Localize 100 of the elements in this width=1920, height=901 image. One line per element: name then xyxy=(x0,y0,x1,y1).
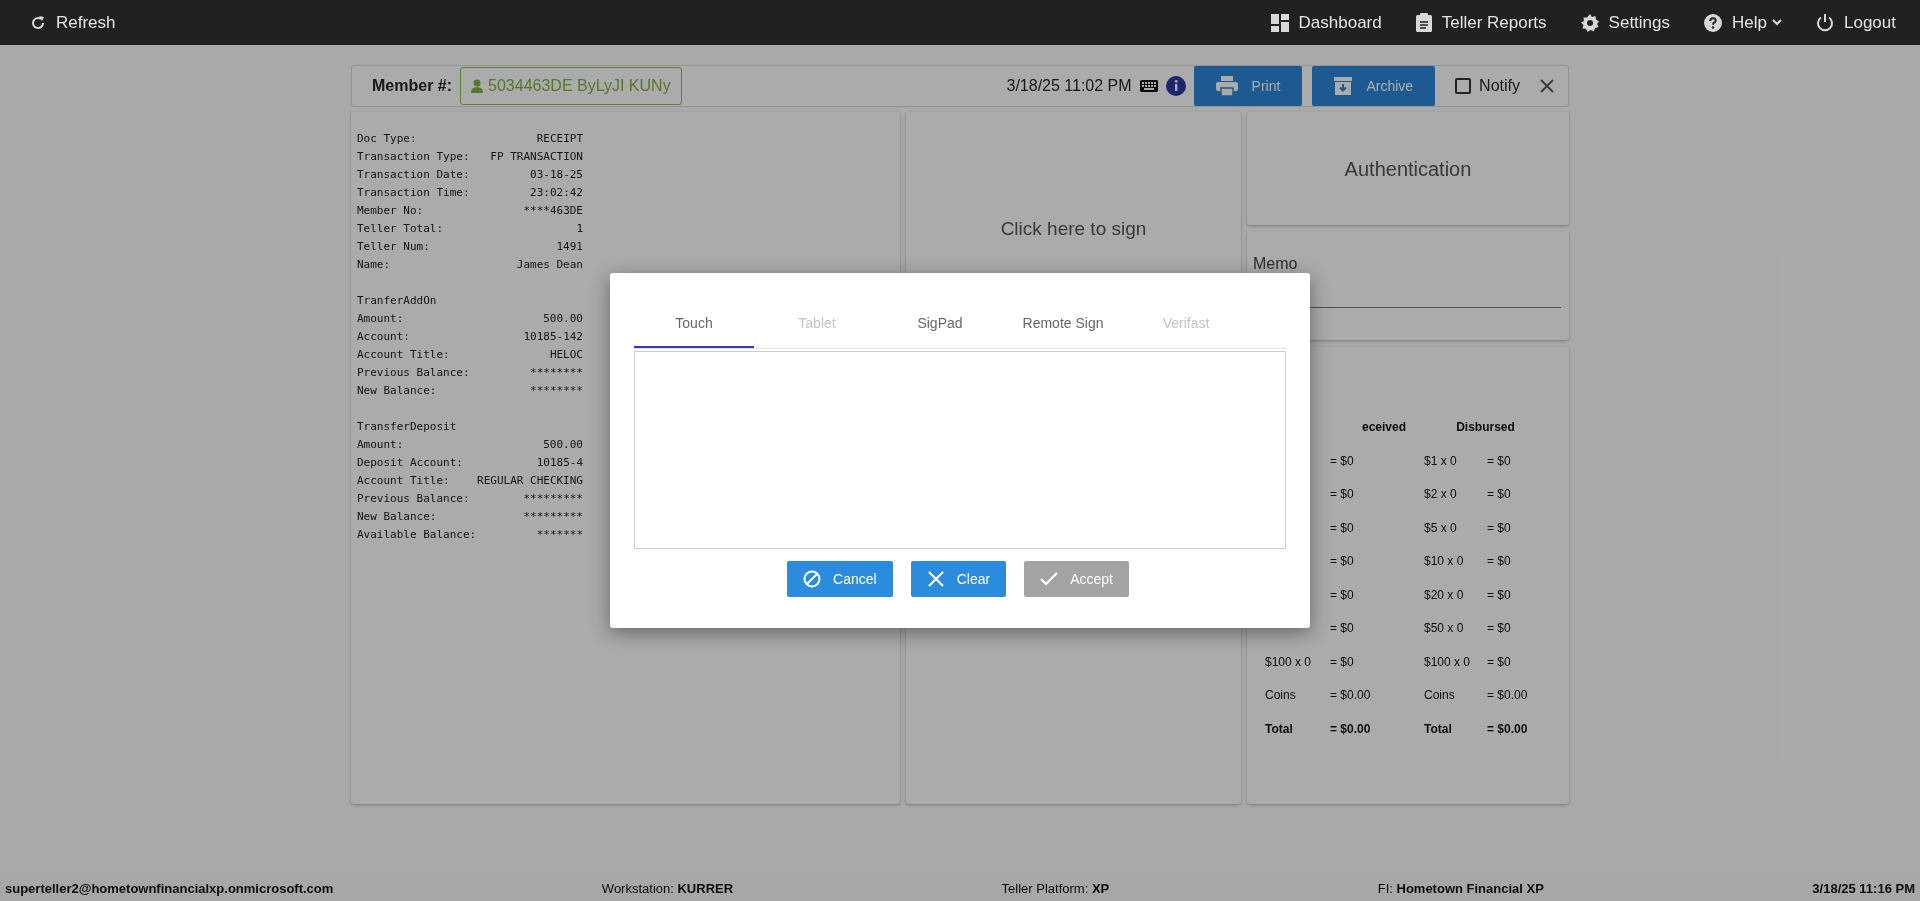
status-text: Workstation: KURRER xyxy=(601,879,734,898)
receipt-value: ******** xyxy=(530,383,583,399)
receipt-label: Account: xyxy=(357,329,410,345)
close-icon[interactable] xyxy=(1540,79,1554,93)
status-text: FI: Hometown Financial XP xyxy=(1377,879,1544,898)
receipt-value: ****463DE xyxy=(523,203,583,219)
cash-label: $100 x 0 xyxy=(1424,654,1471,669)
cash-amount: = $0 xyxy=(1330,654,1354,669)
cash-amount: = $0 xyxy=(1487,453,1511,468)
cash-label: Total xyxy=(1265,721,1293,736)
archive-button[interactable]: Archive xyxy=(1312,66,1436,106)
cash-label: Total xyxy=(1424,721,1452,736)
cash-label: $100 x 0 xyxy=(1265,654,1312,669)
cash-amount: = $0 xyxy=(1330,587,1354,602)
cash-label: Coins xyxy=(1265,688,1296,702)
receipt-label: Amount: xyxy=(357,311,404,327)
clipboard-icon xyxy=(1415,13,1432,32)
cash-amount: = $0.00 xyxy=(1330,688,1371,702)
receipt-label: Previous Balance: xyxy=(357,365,470,381)
cash-label: $2 x 0 xyxy=(1424,487,1457,501)
cash-amount: = $0 xyxy=(1487,487,1511,501)
receipt-value: 10185-142 xyxy=(523,329,583,345)
cancel-button[interactable]: Cancel xyxy=(787,561,893,597)
settings-icon xyxy=(1580,13,1599,32)
receipt-value: 1491 xyxy=(556,239,583,255)
cash-amount: = $0 xyxy=(1330,621,1354,635)
close-icon xyxy=(926,570,945,588)
receipt-label: Available Balance: xyxy=(357,527,477,543)
clear-button[interactable]: Clear xyxy=(910,561,1007,597)
cash-amount: = $0 xyxy=(1487,554,1511,568)
receipt-label: Amount: xyxy=(357,437,404,453)
receipt-value: 1 xyxy=(576,221,583,237)
receipt-label: New Balance: xyxy=(357,509,437,525)
reports-link[interactable]: Teller Reports xyxy=(1415,9,1547,36)
receipt-label: Previous Balance: xyxy=(357,491,470,507)
receipt-value: 500.00 xyxy=(543,311,583,327)
archive-icon xyxy=(1334,77,1353,95)
cash-amount: = $0 xyxy=(1330,487,1354,501)
column-header: Disbursed xyxy=(1456,420,1515,434)
status-datetime: 3/18/25 11:16 PM xyxy=(1812,879,1915,898)
dashboard-icon xyxy=(1270,13,1289,32)
cash-label: $5 x 0 xyxy=(1424,520,1457,535)
cash-label: $20 x 0 xyxy=(1424,587,1464,602)
cash-label: Coins xyxy=(1424,688,1455,702)
receipt-value: FP TRANSACTION xyxy=(490,149,583,165)
power-icon xyxy=(1816,13,1834,32)
refresh-icon xyxy=(30,14,46,31)
check-icon xyxy=(1040,570,1059,588)
status-text: Teller Platform: XP xyxy=(1001,879,1110,898)
info-icon[interactable] xyxy=(1165,76,1186,96)
keyboard-icon[interactable] xyxy=(1139,80,1158,92)
receipt-label: Account Title: xyxy=(357,473,450,489)
cash-amount: = $0 xyxy=(1487,654,1511,669)
user-icon xyxy=(471,79,484,93)
authentication-title: Authentication xyxy=(1344,156,1472,182)
notify-checkbox[interactable]: Notify xyxy=(1455,74,1520,98)
settings-link[interactable]: Settings xyxy=(1580,9,1671,36)
receipt-value: ********* xyxy=(523,491,583,507)
signature-tab[interactable]: SigPad xyxy=(880,300,1000,348)
sign-prompt[interactable]: Click here to sign xyxy=(1000,215,1147,239)
logout-link[interactable]: Logout xyxy=(1816,9,1896,36)
receipt-label: Transaction Date: xyxy=(357,167,470,183)
print-button[interactable]: Print xyxy=(1193,66,1303,106)
signature-tab[interactable]: Remote Sign xyxy=(1003,300,1123,348)
column-header: eceived xyxy=(1361,420,1406,434)
cash-amount: = $0 xyxy=(1487,587,1511,602)
help-icon xyxy=(1704,13,1723,32)
cash-amount: = $0.00 xyxy=(1487,721,1528,736)
receipt-value: ******* xyxy=(536,527,583,543)
cash-amount: = $0 xyxy=(1330,453,1354,468)
receipt-label: New Balance: xyxy=(357,383,437,399)
printer-icon xyxy=(1215,76,1238,96)
receipt-value: REGULAR CHECKING xyxy=(477,473,583,489)
receipt-value: ********* xyxy=(523,509,583,525)
receipt-label: Name: xyxy=(357,257,391,273)
receipt-value: RECEIPT xyxy=(536,131,583,147)
date-time: 3/18/25 11:02 PM xyxy=(1006,76,1132,96)
signature-tab: Tablet xyxy=(757,300,877,348)
receipt-label: Deposit Account: xyxy=(357,455,463,471)
signature-tab: Verifast xyxy=(1126,300,1246,348)
receipt-heading: TranferAddOn xyxy=(357,293,437,309)
receipt-value: 23:02:42 xyxy=(530,185,583,201)
chevron-down-icon xyxy=(1772,19,1782,26)
receipt-value: 10185-4 xyxy=(536,455,583,471)
cash-amount: = $0 xyxy=(1487,520,1511,535)
refresh-link[interactable]: Refresh xyxy=(30,9,116,36)
signature-tab[interactable]: Touch xyxy=(634,300,754,348)
member-label: Member #: xyxy=(372,76,453,96)
receipt-label: Transaction Time: xyxy=(357,185,470,201)
cash-amount: = $0.00 xyxy=(1487,688,1528,702)
receipt-label: Account Title: xyxy=(357,347,450,363)
cash-label: $50 x 0 xyxy=(1424,621,1464,635)
receipt-label: Doc Type: xyxy=(357,131,417,147)
cash-amount: = $0 xyxy=(1330,554,1354,568)
receipt-value: 500.00 xyxy=(543,437,583,453)
cash-label: $10 x 0 xyxy=(1424,554,1464,568)
dashboard-link[interactable]: Dashboard xyxy=(1270,9,1382,36)
help-link[interactable]: Help xyxy=(1704,9,1782,36)
cancel-icon xyxy=(803,570,822,588)
cash-label: $1 x 0 xyxy=(1424,453,1457,468)
